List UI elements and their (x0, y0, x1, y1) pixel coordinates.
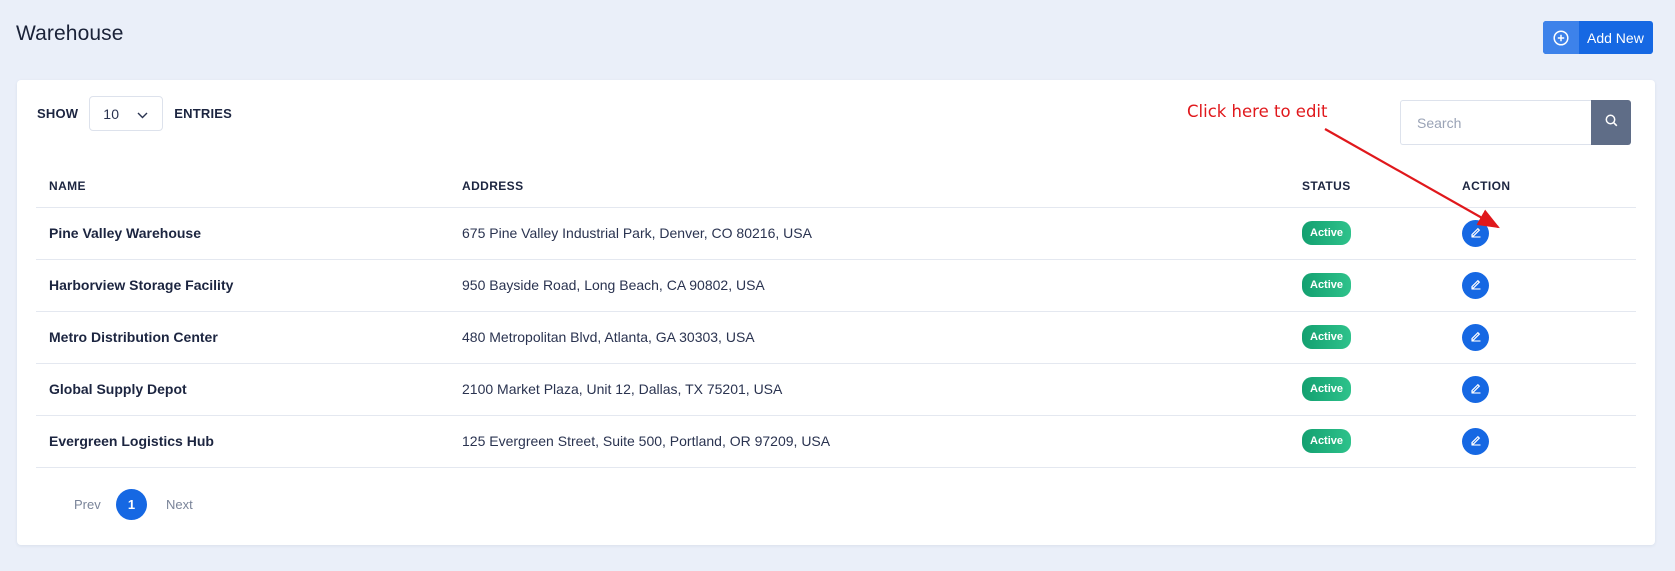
warehouse-address: 675 Pine Valley Industrial Park, Denver,… (449, 207, 1289, 260)
warehouse-name: Evergreen Logistics Hub (36, 415, 449, 468)
column-header-name[interactable]: NAME (36, 162, 449, 208)
table-row: Evergreen Logistics Hub 125 Evergreen St… (36, 415, 1636, 468)
add-new-label: Add New (1587, 29, 1644, 46)
action-cell (1449, 415, 1636, 468)
table-row: Global Supply Depot 2100 Market Plaza, U… (36, 363, 1636, 416)
table-row: Metro Distribution Center 480 Metropolit… (36, 311, 1636, 364)
warehouse-address: 480 Metropolitan Blvd, Atlanta, GA 30303… (449, 311, 1289, 364)
status-badge: Active (1302, 377, 1352, 401)
pencil-icon (1470, 277, 1482, 293)
status-badge: Active (1302, 325, 1352, 349)
prev-page-button[interactable]: Prev (54, 497, 116, 512)
edit-button[interactable] (1462, 427, 1489, 455)
pencil-icon (1470, 381, 1482, 397)
entries-value: 10 (103, 105, 120, 122)
status-cell: Active (1289, 259, 1449, 312)
table-row: Harborview Storage Facility 950 Bayside … (36, 259, 1636, 312)
show-label: SHOW (37, 106, 79, 121)
edit-button[interactable] (1462, 375, 1489, 403)
status-cell: Active (1289, 363, 1449, 416)
search-input[interactable] (1400, 100, 1591, 145)
search-icon (1605, 114, 1618, 132)
action-cell (1449, 259, 1636, 312)
action-cell (1449, 207, 1636, 260)
search-button[interactable] (1591, 100, 1631, 145)
edit-annotation-text: Click here to edit (1187, 102, 1328, 121)
show-entries-control: SHOW 10 ENTRIES (37, 96, 232, 131)
warehouse-address: 125 Evergreen Street, Suite 500, Portlan… (449, 415, 1289, 468)
warehouse-name: Pine Valley Warehouse (36, 207, 449, 260)
edit-button[interactable] (1462, 271, 1489, 299)
action-cell (1449, 311, 1636, 364)
column-header-address[interactable]: ADDRESS (449, 162, 1289, 208)
plus-circle-icon (1543, 21, 1579, 54)
entries-select[interactable]: 10 (89, 96, 164, 131)
warehouse-table: NAME ADDRESS STATUS ACTION Pine Valley W… (36, 162, 1636, 468)
status-badge: Active (1302, 429, 1352, 453)
warehouse-address: 950 Bayside Road, Long Beach, CA 90802, … (449, 259, 1289, 312)
action-cell (1449, 363, 1636, 416)
pencil-icon (1470, 329, 1482, 345)
column-header-action: ACTION (1449, 162, 1636, 208)
column-header-status[interactable]: STATUS (1289, 162, 1449, 208)
warehouse-name: Global Supply Depot (36, 363, 449, 416)
chevron-down-icon (137, 106, 148, 122)
page-title: Warehouse (16, 22, 124, 45)
status-cell: Active (1289, 311, 1449, 364)
pencil-icon (1470, 225, 1482, 241)
status-badge: Active (1302, 273, 1352, 297)
status-badge: Active (1302, 221, 1352, 245)
pagination: Prev 1 Next (54, 489, 193, 520)
pencil-icon (1470, 433, 1482, 449)
add-new-button[interactable]: Add New (1543, 21, 1653, 54)
warehouse-name: Metro Distribution Center (36, 311, 449, 364)
warehouse-address: 2100 Market Plaza, Unit 12, Dallas, TX 7… (449, 363, 1289, 416)
table-header-row: NAME ADDRESS STATUS ACTION (36, 162, 1636, 208)
page-number-button[interactable]: 1 (116, 489, 147, 520)
next-page-button[interactable]: Next (166, 497, 193, 512)
warehouse-card: SHOW 10 ENTRIES Click here to edit NAME … (17, 80, 1655, 545)
table-row: Pine Valley Warehouse 675 Pine Valley In… (36, 207, 1636, 260)
entries-label: ENTRIES (174, 106, 232, 121)
warehouse-name: Harborview Storage Facility (36, 259, 449, 312)
status-cell: Active (1289, 415, 1449, 468)
search-box (1400, 100, 1631, 145)
edit-button[interactable] (1462, 219, 1489, 247)
edit-button[interactable] (1462, 323, 1489, 351)
status-cell: Active (1289, 207, 1449, 260)
